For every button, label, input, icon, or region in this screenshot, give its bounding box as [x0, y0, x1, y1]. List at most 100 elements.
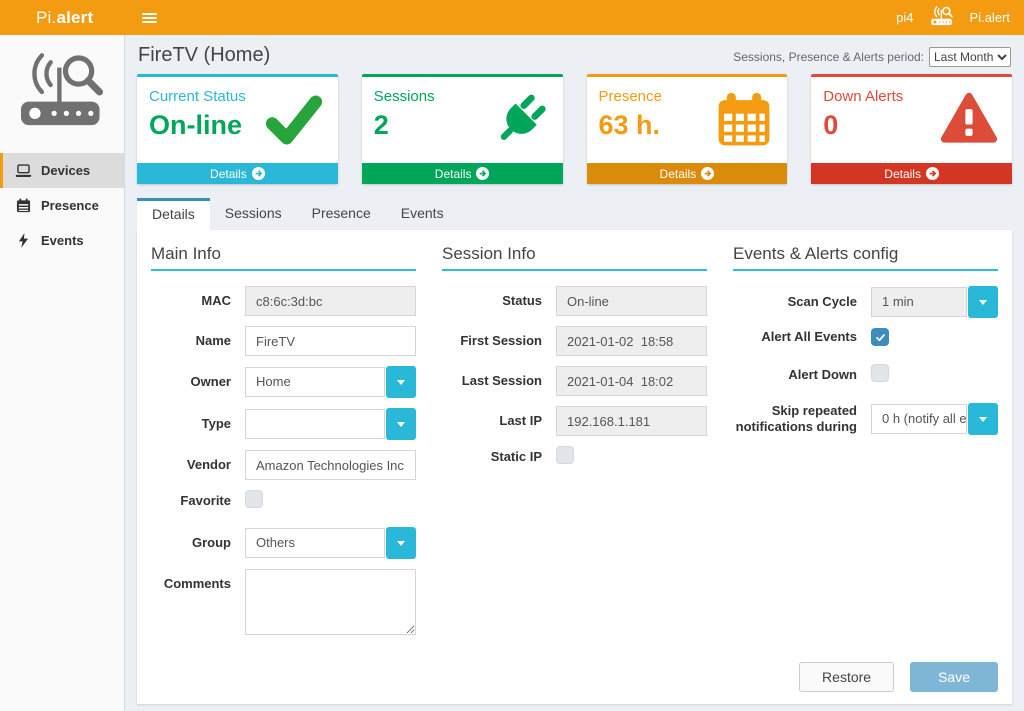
main-info-section: Main Info MAC Name Owner Home: [151, 244, 416, 650]
hostname-label: pi4: [896, 10, 913, 25]
alert-down-label: Alert Down: [733, 367, 857, 384]
check-icon: [875, 332, 886, 343]
presence-box: Presence 63 h.: [587, 74, 788, 184]
owner-select-button[interactable]: [386, 366, 416, 398]
check-icon: [263, 91, 325, 154]
device-tabs: Details Sessions Presence Events: [137, 198, 1012, 230]
group-select-button[interactable]: [386, 527, 416, 559]
current-status-box: Current Status On-line Details: [137, 74, 338, 184]
arrow-circle-right-icon: [701, 167, 714, 180]
vendor-field[interactable]: [245, 450, 416, 480]
presence-box-body: Presence 63 h.: [587, 77, 788, 163]
name-label: Name: [151, 333, 231, 350]
first-session-field: [556, 326, 707, 356]
static-ip-checkbox[interactable]: [556, 446, 574, 464]
main-content: FireTV (Home) Sessions, Presence & Alert…: [125, 35, 1024, 711]
current-status-box-body: Current Status On-line: [137, 77, 338, 163]
alert-all-events-label: Alert All Events: [733, 329, 857, 346]
scan-cycle-select[interactable]: 1 min: [871, 287, 967, 317]
pialert-logo: [0, 35, 124, 153]
sessions-details-link[interactable]: Details: [362, 163, 563, 184]
brand-link[interactable]: Pi.alert: [0, 8, 125, 28]
alert-all-events-checkbox[interactable]: [871, 328, 889, 346]
chevron-down-icon: [397, 380, 405, 385]
sessions-box: Sessions 2: [362, 74, 563, 184]
period-select[interactable]: Last Month: [929, 47, 1011, 67]
details-label: Details: [210, 167, 247, 181]
sidebar-item-presence[interactable]: Presence: [0, 188, 124, 223]
status-label: Status: [442, 293, 542, 310]
down-alerts-box: Down Alerts 0 Details: [811, 74, 1012, 184]
sidebar-item-label: Devices: [41, 163, 90, 178]
owner-label: Owner: [151, 374, 231, 391]
chevron-down-icon: [397, 541, 405, 546]
type-select-button[interactable]: [386, 408, 416, 440]
arrow-circle-right-icon: [252, 167, 265, 180]
current-status-details-link[interactable]: Details: [137, 163, 338, 184]
tab-sessions[interactable]: Sessions: [210, 198, 297, 230]
vendor-label: Vendor: [151, 457, 231, 474]
arrow-circle-right-icon: [926, 167, 939, 180]
tab-details[interactable]: Details: [137, 198, 210, 230]
navbar-right: pi4 Pi.alert: [896, 6, 1024, 30]
scan-cycle-select-button[interactable]: [968, 286, 998, 318]
calendar-icon: [714, 91, 774, 154]
group-select[interactable]: Others: [245, 528, 385, 558]
name-field[interactable]: [245, 326, 416, 356]
skip-notifications-select-button[interactable]: [968, 403, 998, 435]
details-label: Details: [660, 167, 697, 181]
last-ip-field: [556, 406, 707, 436]
static-ip-label: Static IP: [442, 449, 542, 466]
details-label: Details: [435, 167, 472, 181]
last-ip-label: Last IP: [442, 413, 542, 430]
tab-events[interactable]: Events: [386, 198, 459, 230]
brand-bold: alert: [56, 8, 93, 27]
sessions-box-body: Sessions 2: [362, 77, 563, 163]
group-label: Group: [151, 535, 231, 552]
top-navbar: Pi.alert pi4 Pi.alert: [0, 0, 1024, 35]
chevron-down-icon: [979, 300, 987, 305]
type-select[interactable]: [245, 409, 385, 439]
laptop-icon: [15, 164, 32, 178]
status-field: [556, 286, 707, 316]
tab-presence[interactable]: Presence: [297, 198, 386, 230]
session-info-section: Session Info Status First Session Last S…: [442, 244, 707, 650]
restore-button[interactable]: Restore: [799, 662, 894, 692]
skip-notifications-label: Skip repeated notifications during: [733, 403, 857, 437]
owner-select[interactable]: Home: [245, 367, 385, 397]
page-title: FireTV (Home): [138, 44, 270, 67]
bolt-icon: [15, 233, 32, 248]
favorite-label: Favorite: [151, 493, 231, 510]
events-alerts-config-section: Events & Alerts config Scan Cycle 1 min: [733, 244, 998, 650]
mac-label: MAC: [151, 293, 231, 310]
chevron-down-icon: [979, 417, 987, 422]
summary-boxes: Current Status On-line Details: [137, 74, 1012, 184]
sidebar-item-devices[interactable]: Devices: [0, 153, 124, 188]
down-alerts-box-body: Down Alerts 0: [811, 77, 1012, 163]
presence-details-link[interactable]: Details: [587, 163, 788, 184]
product-name-label: Pi.alert: [970, 10, 1010, 25]
skip-notifications-select[interactable]: 0 h (notify all events): [871, 404, 967, 434]
favorite-checkbox[interactable]: [245, 490, 263, 508]
warning-icon: [939, 91, 999, 154]
sidebar-item-label: Presence: [41, 198, 99, 213]
sidebar: Devices Presence Events: [0, 35, 125, 711]
comments-field[interactable]: [245, 569, 416, 635]
brand-prefix: Pi.: [36, 8, 56, 27]
alert-down-checkbox[interactable]: [871, 364, 889, 382]
down-alerts-details-link[interactable]: Details: [811, 163, 1012, 184]
last-session-label: Last Session: [442, 373, 542, 390]
section-title: Session Info: [442, 244, 707, 271]
type-label: Type: [151, 416, 231, 433]
save-button[interactable]: Save: [910, 662, 998, 692]
section-title: Main Info: [151, 244, 416, 271]
sidebar-item-events[interactable]: Events: [0, 223, 124, 258]
details-panel: Main Info MAC Name Owner Home: [137, 230, 1012, 704]
pialert-mini-logo-icon: [929, 6, 955, 30]
section-title: Events & Alerts config: [733, 244, 998, 271]
sidebar-toggle-button[interactable]: [138, 7, 161, 29]
scan-cycle-label: Scan Cycle: [733, 294, 857, 311]
calendar-icon: [15, 198, 32, 213]
arrow-circle-right-icon: [476, 167, 489, 180]
sidebar-item-label: Events: [41, 233, 84, 248]
